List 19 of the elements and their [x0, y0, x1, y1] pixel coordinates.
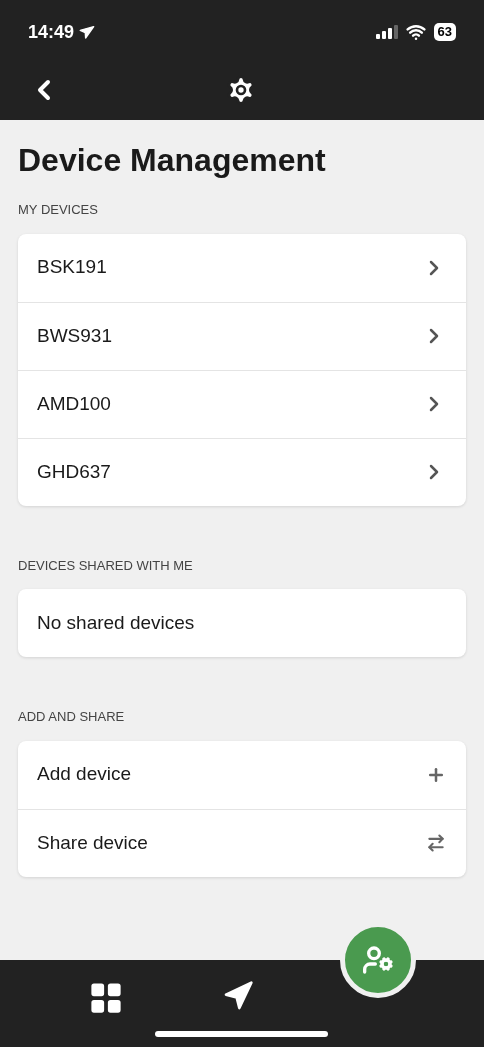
- grid-icon[interactable]: [88, 980, 124, 1016]
- section-header: DEVICES SHARED WITH ME: [18, 556, 194, 575]
- status-time: 14:49: [28, 20, 75, 44]
- list-row[interactable]: AMD100: [18, 369, 466, 438]
- list-row[interactable]: BWS931: [18, 301, 466, 370]
- page-title: Device Management: [18, 141, 327, 180]
- signal-icon: [375, 25, 398, 39]
- wifi-icon: [405, 22, 426, 42]
- navigation-arrow-icon[interactable]: [222, 980, 254, 1012]
- list-row[interactable]: Share device: [18, 808, 466, 877]
- user-gear-icon: [362, 944, 394, 976]
- list-row[interactable]: GHD637: [18, 437, 466, 506]
- section-header: ADD AND SHARE: [18, 708, 126, 726]
- list-row-text: No shared devices: [36, 610, 196, 635]
- swap-arrows-icon: [426, 833, 446, 853]
- list-row[interactable]: BSK191: [18, 233, 466, 302]
- section-header: MY DEVICES: [18, 201, 99, 219]
- battery-indicator: 63: [433, 23, 456, 41]
- list-row[interactable]: Add device: [18, 740, 466, 809]
